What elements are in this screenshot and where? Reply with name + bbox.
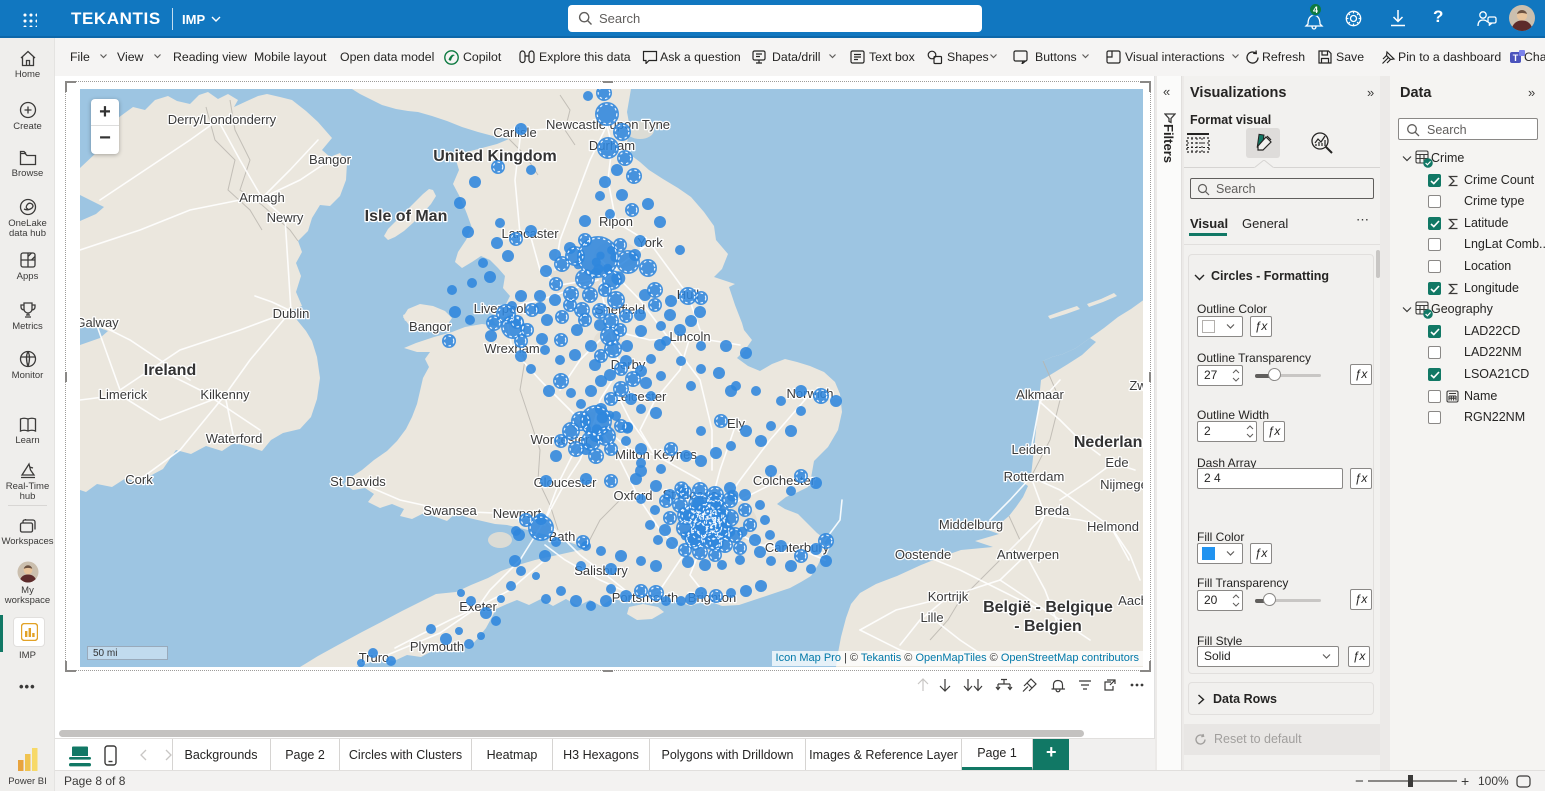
svg-text:T: T [1513, 53, 1519, 63]
